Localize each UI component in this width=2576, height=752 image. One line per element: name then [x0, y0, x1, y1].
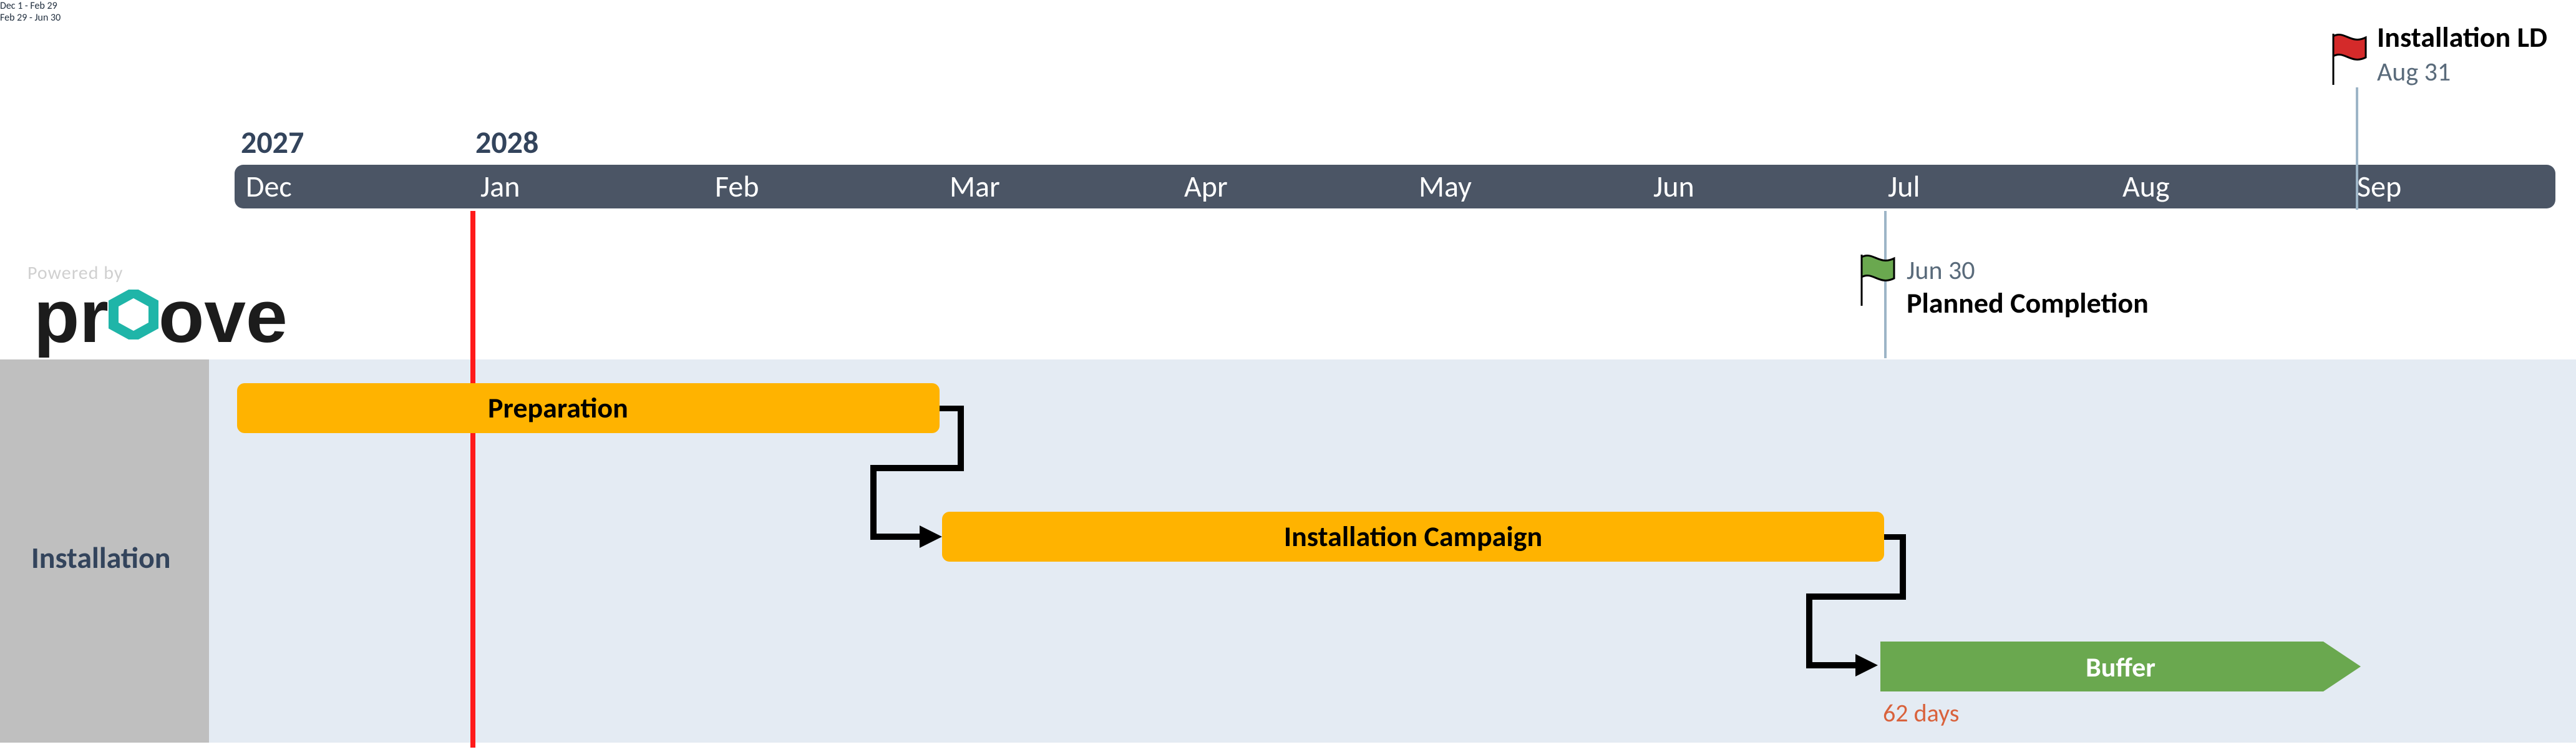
task-label-buffer: Buffer — [1880, 650, 2361, 684]
month-sep: Sep — [2357, 168, 2401, 205]
task-label-campaign: Installation Campaign — [1284, 519, 1542, 554]
month-jan: Jan — [480, 168, 520, 205]
milestone-date-ld: Aug 31 — [2377, 56, 2451, 88]
task-bar-campaign: Installation Campaign — [942, 512, 1884, 562]
month-feb: Feb — [715, 168, 759, 205]
flag-icon — [1857, 252, 1900, 311]
today-line — [470, 211, 475, 748]
task-bar-buffer: Buffer — [1880, 642, 2361, 691]
milestone-title-planned: Planned Completion — [1907, 286, 2149, 321]
section-label: Installation — [31, 539, 171, 576]
milestone-title-ld: Installation LD — [2377, 20, 2547, 55]
task-label-preparation: Preparation — [488, 391, 628, 426]
month-jun: Jun — [1653, 168, 1694, 205]
year-label-2027: 2027 — [241, 124, 304, 162]
year-label-2028: 2028 — [475, 124, 538, 162]
task-dates-preparation: Dec 1 - Feb 29 — [0, 0, 2576, 12]
month-aug: Aug — [2122, 168, 2170, 205]
milestone-line-ld — [2356, 87, 2358, 210]
hexagon-icon — [109, 271, 158, 357]
task-dates-campaign: Feb 29 - Jun 30 — [0, 12, 2576, 24]
month-mar: Mar — [950, 168, 1000, 205]
task-bar-preparation: Preparation — [237, 383, 940, 433]
timeline-axis: Dec Jan Feb Mar Apr May Jun Jul Aug Sep — [235, 165, 2555, 208]
month-may: May — [1419, 168, 1472, 205]
buffer-duration: 62 days — [1883, 698, 1959, 728]
month-jul: Jul — [1888, 168, 1920, 205]
month-apr: Apr — [1184, 168, 1228, 205]
month-dec: Dec — [246, 168, 292, 205]
flag-icon — [2328, 31, 2372, 90]
gantt-chart: Powered by pr ove 2027 2028 Dec Jan Feb … — [0, 0, 2576, 752]
proove-logo: pr ove — [34, 271, 288, 359]
milestone-date-planned: Jun 30 — [1907, 255, 1975, 286]
